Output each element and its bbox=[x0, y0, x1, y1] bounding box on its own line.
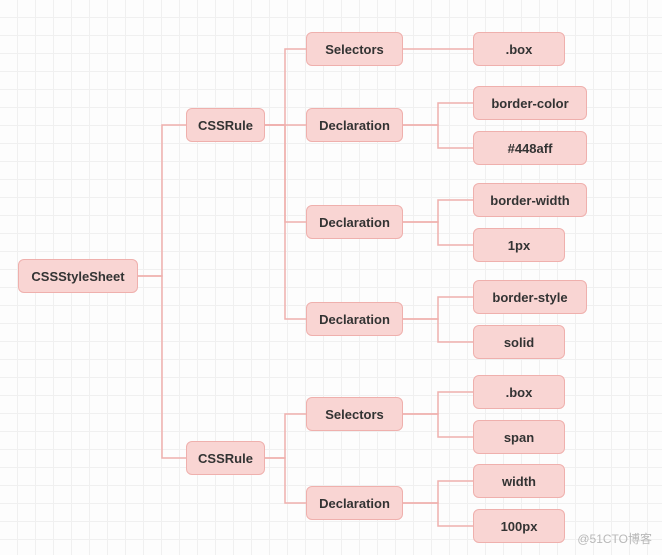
node-declaration-0-3: Declaration bbox=[306, 302, 403, 336]
leaf-border-color: border-color bbox=[473, 86, 587, 120]
node-selectors-1: Selectors bbox=[306, 397, 403, 431]
leaf-border-style: border-style bbox=[473, 280, 587, 314]
leaf-width: width bbox=[473, 464, 565, 498]
node-declaration-0-1: Declaration bbox=[306, 108, 403, 142]
node-declaration-0-2: Declaration bbox=[306, 205, 403, 239]
leaf-span: span bbox=[473, 420, 565, 454]
node-cssrule-1: CSSRule bbox=[186, 441, 265, 475]
leaf-box-1: .box bbox=[473, 375, 565, 409]
leaf-box-0: .box bbox=[473, 32, 565, 66]
diagram-canvas: CSSStyleSheet CSSRule CSSRule Selectors … bbox=[0, 0, 662, 555]
node-cssrule-0: CSSRule bbox=[186, 108, 265, 142]
node-selectors-0: Selectors bbox=[306, 32, 403, 66]
leaf-solid: solid bbox=[473, 325, 565, 359]
leaf-border-width: border-width bbox=[473, 183, 587, 217]
watermark: @51CTO博客 bbox=[577, 530, 652, 547]
leaf-100px: 100px bbox=[473, 509, 565, 543]
leaf-1px: 1px bbox=[473, 228, 565, 262]
node-declaration-1-1: Declaration bbox=[306, 486, 403, 520]
leaf-448aff: #448aff bbox=[473, 131, 587, 165]
node-root: CSSStyleSheet bbox=[18, 259, 138, 293]
